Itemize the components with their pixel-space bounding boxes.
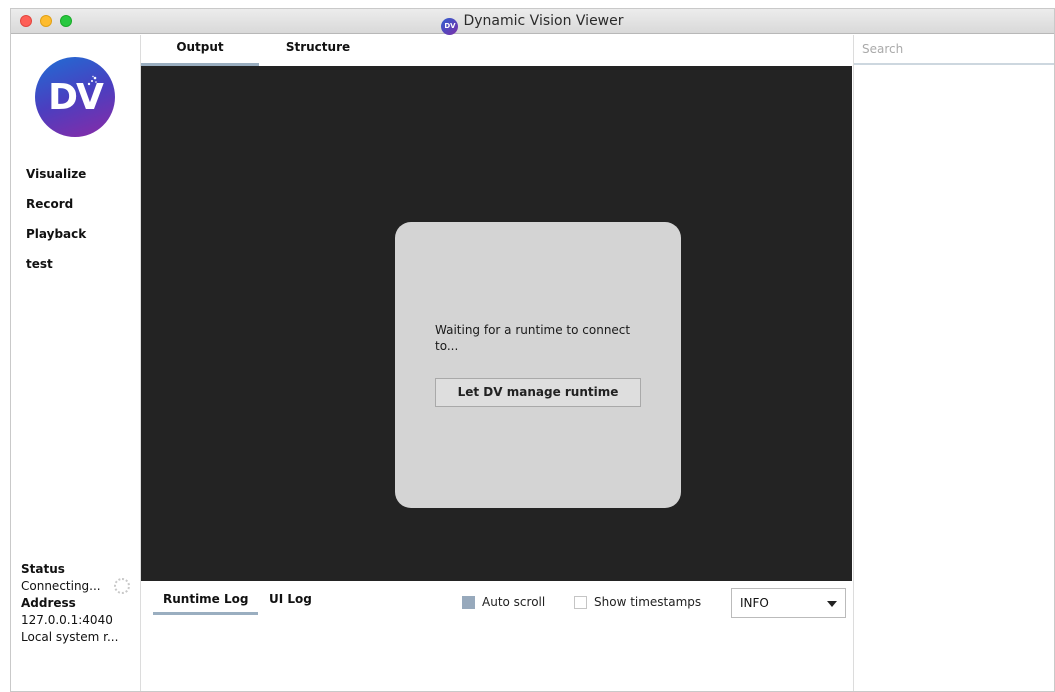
sidebar-item-record[interactable]: Record [26, 195, 86, 225]
tab-structure[interactable]: Structure [259, 35, 377, 66]
show-timestamps-toggle[interactable]: Show timestamps [574, 595, 701, 609]
connection-status: Status Connecting... Address 127.0.0.1:4… [21, 561, 130, 646]
log-level-value: INFO [740, 596, 769, 610]
waiting-message: Waiting for a runtime to connect to... [435, 323, 631, 353]
search-input[interactable] [854, 35, 1054, 65]
title-bar: DV Dynamic Vision Viewer [11, 9, 1054, 35]
sidebar-item-playback[interactable]: Playback [26, 225, 86, 255]
status-value: Connecting... [21, 579, 101, 593]
address-value: 127.0.0.1:4040 [21, 613, 113, 627]
sidebar-item-visualize[interactable]: Visualize [26, 165, 86, 195]
runtime-connect-dialog: Waiting for a runtime to connect to... L… [395, 222, 681, 508]
tab-ui-log[interactable]: UI Log [259, 589, 322, 615]
auto-scroll-label: Auto scroll [482, 595, 546, 609]
app-window: DV Dynamic Vision Viewer DV Visualize Rec… [10, 8, 1055, 692]
auto-scroll-toggle[interactable]: Auto scroll [462, 595, 545, 609]
tab-runtime-log[interactable]: Runtime Log [153, 589, 259, 615]
manage-runtime-button[interactable]: Let DV manage runtime [435, 378, 641, 407]
log-level-select[interactable]: INFO [731, 588, 846, 618]
window-title: Dynamic Vision Viewer [463, 13, 624, 29]
tab-output[interactable]: Output [141, 35, 259, 66]
main-panel: Output Structure Waiting for a runtime t… [141, 35, 853, 691]
output-view: Waiting for a runtime to connect to... L… [141, 66, 852, 581]
auto-scroll-checkbox[interactable] [462, 595, 475, 609]
loading-spinner-icon [114, 578, 130, 594]
app-logo: DV [35, 57, 115, 137]
log-panel: Runtime Log UI Log Auto scroll Show time… [141, 581, 852, 691]
window-title-area: DV Dynamic Vision Viewer [11, 13, 1054, 35]
app-logo-icon: DV [441, 18, 459, 35]
sidebar-item-test[interactable]: test [26, 255, 86, 285]
chevron-down-icon [827, 601, 837, 607]
sparkle-icon [87, 75, 97, 86]
status-label: Status [21, 562, 65, 576]
address-label: Address [21, 596, 76, 610]
sidebar: DV Visualize Record Playback test Status… [11, 35, 141, 691]
local-system-value: Local system r... [21, 630, 119, 644]
right-panel [853, 35, 1054, 691]
show-timestamps-label: Show timestamps [594, 595, 702, 609]
main-tabbar: Output Structure [141, 35, 853, 66]
show-timestamps-checkbox[interactable] [574, 595, 587, 609]
sidebar-nav: Visualize Record Playback test [26, 165, 86, 285]
